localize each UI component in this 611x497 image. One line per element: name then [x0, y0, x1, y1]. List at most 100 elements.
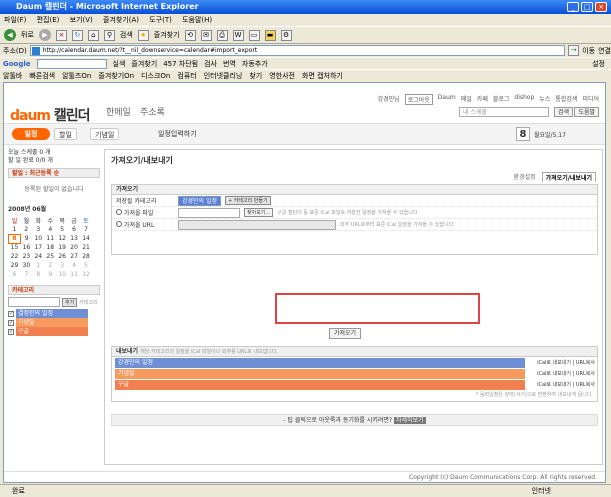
edit-icon[interactable]: W: [232, 29, 244, 41]
topnav-daum[interactable]: Daum: [438, 94, 456, 105]
google-search-button[interactable]: 실색: [113, 59, 126, 69]
back-label[interactable]: 뒤로: [21, 30, 34, 40]
radio-url-icon[interactable]: [116, 221, 122, 227]
link-item-8[interactable]: 영한사전: [269, 71, 295, 81]
cal-date[interactable]: 5: [56, 225, 68, 234]
go-icon[interactable]: →: [568, 45, 580, 56]
cal-date[interactable]: 16: [20, 243, 32, 252]
folder-icon[interactable]: ▬: [264, 29, 276, 41]
discuss-icon[interactable]: ▭: [248, 29, 260, 41]
logout-button[interactable]: 로그아웃: [404, 94, 433, 105]
cal-date[interactable]: 27: [68, 252, 80, 261]
links-label[interactable]: 연결: [598, 46, 611, 56]
menu-favorites[interactable]: 즐겨찾기(A): [103, 16, 139, 24]
cal-date[interactable]: 2: [44, 261, 56, 270]
menu-tools[interactable]: 도구(T): [149, 16, 172, 24]
cal-date[interactable]: 8: [32, 270, 44, 279]
cal-date[interactable]: 17: [32, 243, 44, 252]
schedule-search-button[interactable]: 검색: [553, 107, 573, 117]
cal-date-today[interactable]: 8: [8, 233, 21, 244]
daum-logo[interactable]: daum 캘린더: [10, 105, 91, 125]
cal-date[interactable]: 1: [9, 225, 21, 234]
go-button[interactable]: 이동: [582, 46, 595, 56]
header-link-address[interactable]: 주소록: [140, 105, 165, 118]
menu-help[interactable]: 도움말(H): [182, 16, 212, 24]
menu-view[interactable]: 보기(V): [70, 16, 93, 24]
cal-date[interactable]: 19: [56, 243, 68, 252]
topnav-blog[interactable]: 블로그: [493, 94, 510, 105]
cal-date[interactable]: 23: [20, 252, 32, 261]
category-add-button[interactable]: 추가: [62, 297, 78, 307]
category-name-input[interactable]: [8, 297, 60, 307]
topnav-news[interactable]: 뉴스: [539, 94, 550, 105]
cal-date[interactable]: 12: [56, 234, 68, 243]
topnav-mail[interactable]: 메일: [461, 94, 472, 105]
tab-todo[interactable]: 할일: [54, 128, 77, 140]
history-icon[interactable]: ⟲: [184, 29, 196, 41]
radio-file-icon[interactable]: [116, 209, 122, 215]
mini-cal-title[interactable]: 2008년 06월: [8, 206, 100, 214]
translate-button[interactable]: 번역: [223, 59, 236, 69]
export-links[interactable]: iCal로 내보내기 | URL복사: [525, 369, 597, 379]
messenger-icon[interactable]: ⚙: [280, 29, 292, 41]
mail-icon[interactable]: ✉: [200, 29, 212, 41]
cal-date[interactable]: 15: [9, 243, 21, 252]
google-search-input[interactable]: [36, 58, 107, 69]
link-item-9[interactable]: 화면 캡처하기: [302, 71, 343, 81]
minimize-button[interactable]: _: [567, 2, 579, 12]
cal-date[interactable]: 11: [68, 270, 80, 279]
menu-file[interactable]: 파일(F): [4, 16, 26, 24]
cal-date[interactable]: 18: [44, 243, 56, 252]
cal-date[interactable]: 4: [68, 261, 80, 270]
import-file-input[interactable]: [178, 207, 240, 218]
import-submit-button[interactable]: 가져오기: [329, 328, 362, 339]
cal-date[interactable]: 30: [20, 261, 32, 270]
address-input[interactable]: http://calendar.daum.net/?t__nil_downser…: [29, 45, 566, 56]
topnav-cafe[interactable]: 카페: [477, 94, 488, 105]
maximize-button[interactable]: □: [581, 2, 593, 12]
tab-anniversary[interactable]: 기념일: [90, 128, 120, 140]
schedule-search-input[interactable]: 내 스케줄: [459, 107, 549, 117]
header-link-mail[interactable]: 한메일: [106, 105, 131, 118]
tab-add-schedule[interactable]: 일정입력하기: [154, 128, 201, 140]
autofill-button[interactable]: 자동추가: [242, 59, 268, 69]
link-item-0[interactable]: 알툴바: [3, 71, 22, 81]
refresh-icon[interactable]: ↻: [71, 29, 83, 41]
favorites-icon[interactable]: ★: [137, 29, 149, 41]
cal-date[interactable]: 22: [9, 252, 21, 261]
google-bookmarks[interactable]: 즐겨찾기: [131, 59, 157, 69]
cal-date[interactable]: 26: [56, 252, 68, 261]
popup-blocked[interactable]: 457 차단됨: [163, 59, 198, 69]
topnav-media[interactable]: 미디어: [582, 94, 599, 105]
todo-header[interactable]: 할일 : 최근등록 순: [8, 168, 100, 178]
cal-date[interactable]: 5: [80, 261, 92, 270]
tab-schedule[interactable]: 일정: [12, 128, 50, 140]
link-item-5[interactable]: 컴퓨터: [177, 71, 196, 81]
favorites-label[interactable]: 즐겨찾기: [154, 30, 180, 40]
cal-date[interactable]: 6: [9, 270, 21, 279]
menu-edit[interactable]: 편집(E): [37, 16, 60, 24]
help-button[interactable]: 도움말: [574, 107, 599, 117]
close-button[interactable]: ×: [595, 2, 607, 12]
link-item-7[interactable]: 찾기: [249, 71, 262, 81]
cal-date[interactable]: 2: [20, 225, 32, 234]
cal-date[interactable]: 10: [32, 234, 44, 243]
cal-date[interactable]: 20: [68, 243, 80, 252]
cal-date[interactable]: 11: [44, 234, 56, 243]
address-url[interactable]: http://calendar.daum.net/?t__nil_downser…: [43, 47, 257, 54]
cal-date[interactable]: 28: [80, 252, 92, 261]
link-item-2[interactable]: 알툴즈On: [62, 71, 91, 81]
print-icon[interactable]: ⎙: [216, 29, 228, 41]
cal-date[interactable]: 4: [44, 225, 56, 234]
link-item-6[interactable]: 인터넷클리닝: [204, 71, 243, 81]
cal-date[interactable]: 7: [80, 225, 92, 234]
tab-settings[interactable]: 환경설정: [514, 172, 536, 182]
cal-date[interactable]: 12: [80, 270, 92, 279]
link-item-4[interactable]: 디스크On: [141, 71, 170, 81]
cal-date[interactable]: 29: [9, 261, 21, 270]
google-settings[interactable]: 설정: [592, 59, 611, 69]
cal-date[interactable]: 10: [56, 270, 68, 279]
topnav-search[interactable]: 통합검색: [555, 94, 577, 105]
forward-icon[interactable]: ▶: [38, 29, 51, 41]
cal-date[interactable]: 7: [20, 270, 32, 279]
